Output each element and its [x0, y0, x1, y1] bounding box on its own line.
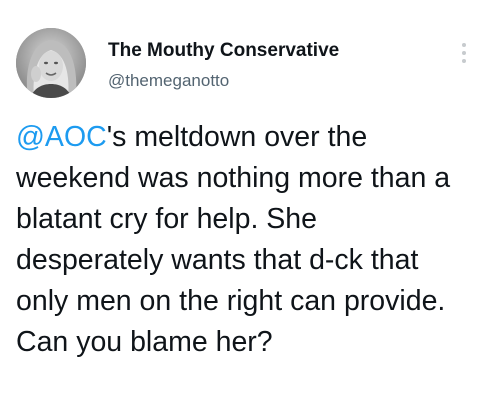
more-dot: [462, 51, 466, 55]
author-avatar[interactable]: [16, 28, 86, 98]
tweet-text: @AOC's meltdown over the weekend was not…: [16, 117, 494, 363]
more-dot: [462, 43, 466, 47]
more-options-icon[interactable]: [453, 38, 475, 68]
mention-link[interactable]: @AOC: [16, 121, 107, 153]
author-handle[interactable]: @themeganotto: [108, 71, 229, 91]
author-display-name[interactable]: The Mouthy Conservative: [108, 40, 339, 62]
avatar-photo-icon: [16, 28, 86, 98]
more-dot: [462, 59, 466, 63]
tweet-card: The Mouthy Conservative @themeganotto @A…: [0, 0, 500, 403]
tweet-body-text: 's meltdown over the weekend was nothing…: [16, 121, 451, 358]
